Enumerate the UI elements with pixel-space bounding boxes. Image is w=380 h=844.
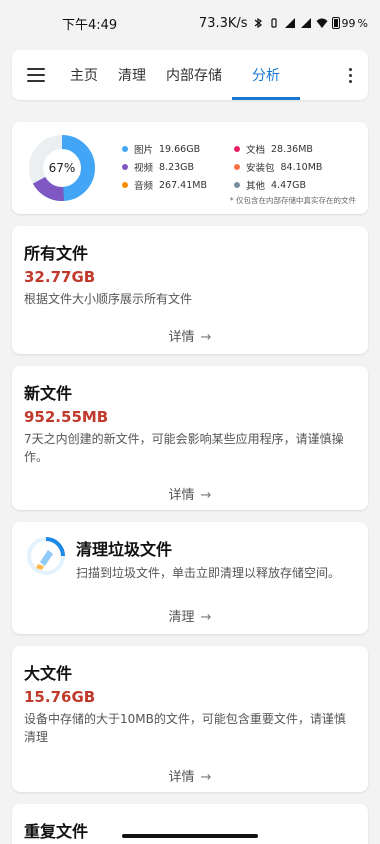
legend-item-documents: 文档 28.36MB [234,142,358,156]
legend-name: 其他 [246,181,266,192]
card-description: 扫描到垃圾文件，单击立即清理以释放存储空间。 [76,566,341,580]
clean-junk-card[interactable]: 清理垃圾文件 扫描到垃圾文件，单击立即清理以释放存储空间。 清理 → [12,522,368,634]
card-description: 设备中存储的大于10MB的文件，可能包含重要文件，请谨慎清理 [24,712,346,744]
card-title: 新文件 [24,384,73,403]
legend-name: 安装包 [246,163,275,174]
signal-icon [284,17,296,29]
card-title: 所有文件 [24,244,89,263]
images-dot [122,146,128,152]
legend-name: 视频 [134,163,154,174]
storage-legend: 图片 19.66GB 文档 28.36MB 视频 8.23GB 安装包 84.1… [122,142,358,192]
tab-internal-storage[interactable]: 内部存储 [156,50,232,100]
more-vert-icon [348,67,352,71]
card-description: 7天之内创建的新文件，可能会影响某些应用程序，请谨慎操作。 [24,432,344,464]
vibrate-icon [268,17,280,29]
new-files-details-link[interactable]: 详情 → [12,484,368,503]
wifi-icon [316,17,328,29]
legend-size: 28.36MB [271,143,313,155]
clean-junk-body: 清理垃圾文件 扫描到垃圾文件，单击立即清理以释放存储空间。 [76,536,356,582]
storage-summary-card[interactable]: 67% 图片 19.66GB 文档 28.36MB 视频 8.23GB 安装包 … [12,122,368,214]
documents-dot [234,146,240,152]
battery-icon [331,17,340,29]
legend-item-apks: 安装包 84.10MB [234,160,358,174]
arrow-right-icon: → [200,330,212,345]
legend-size: 4.47GB [271,179,307,191]
menu-button[interactable] [12,50,60,100]
storage-note: * 仅包含在内部存储中真实存在的文件 [229,196,356,205]
card-size: 15.76GB [24,688,96,706]
videos-dot [122,164,128,170]
legend-name: 图片 [134,145,154,156]
home-indicator[interactable] [122,834,258,838]
arrow-right-icon: → [200,770,212,785]
tab-analysis[interactable]: 分析 [232,50,300,100]
app-bar: 主页 清理 内部存储 分析 [12,50,368,100]
legend-item-videos: 视频 8.23GB [122,160,234,174]
card-size: 32.77GB [24,268,96,286]
menu-icon [27,68,45,70]
net-speed: 73.3K/s [198,15,248,31]
audio-dot [122,182,128,188]
all-files-details-link[interactable]: 详情 → [12,326,368,345]
signal-2-icon [300,17,312,29]
card-description: 根据文件大小顺序展示所有文件 [24,292,193,306]
tab-clean[interactable]: 清理 [108,50,156,100]
legend-size: 267.41MB [159,179,207,191]
clean-now-link[interactable]: 清理 → [12,606,368,625]
big-files-details-link[interactable]: 详情 → [12,766,368,785]
new-files-card[interactable]: 新文件 952.55MB 7天之内创建的新文件，可能会影响某些应用程序，请谨慎操… [12,366,368,510]
card-title: 重复文件 [24,822,89,841]
donut-percent-label: 67% [48,161,76,175]
battery-indicator: 99% [331,16,368,30]
battery-level: 99 [341,16,356,30]
link-label: 详情 [168,770,195,785]
card-title: 大文件 [24,664,73,683]
arrow-right-icon: → [200,488,212,503]
apks-dot [234,164,240,170]
legend-item-audio: 音频 267.41MB [122,178,234,192]
all-files-card[interactable]: 所有文件 32.77GB 根据文件大小顺序展示所有文件 详情 → [12,226,368,354]
card-title: 清理垃圾文件 [76,540,173,559]
link-label: 详情 [168,488,195,503]
legend-size: 8.23GB [159,161,195,173]
other-dot [234,182,240,188]
status-icons: 73.3K/s 99% [199,16,368,31]
status-time: 下午4:49 [62,17,118,33]
tab-home[interactable]: 主页 [60,50,108,100]
legend-item-other: 其他 4.47GB [234,178,358,192]
broom-icon [27,537,65,575]
legend-name: 音频 [134,181,154,192]
link-label: 详情 [168,330,195,345]
bluetooth-icon [252,17,264,29]
more-options-button[interactable] [332,50,368,100]
big-files-card[interactable]: 大文件 15.76GB 设备中存储的大于10MB的文件，可能包含重要文件，请谨慎… [12,646,368,792]
card-size: 952.55MB [24,408,109,426]
legend-name: 文档 [246,145,266,156]
legend-item-images: 图片 19.66GB [122,142,234,156]
duplicate-files-card[interactable]: 重复文件 [12,804,368,844]
arrow-right-icon: → [200,610,212,625]
legend-size: 84.10MB [280,161,323,173]
tab-bar: 主页 清理 内部存储 分析 [60,50,332,100]
link-label: 清理 [168,610,195,625]
legend-size: 19.66GB [159,143,201,155]
status-bar: 下午4:49 73.3K/s 99% [0,0,380,46]
